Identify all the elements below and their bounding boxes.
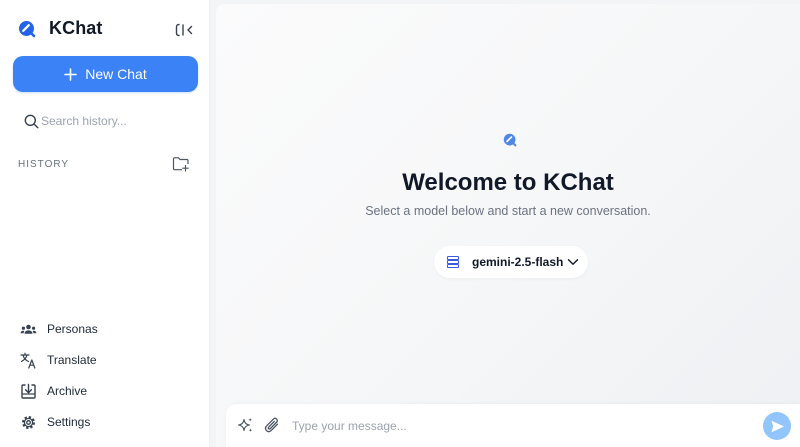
nav-label-personas: Personas — [47, 322, 98, 336]
chevron-down-icon — [568, 259, 579, 265]
nav-label-archive: Archive — [47, 384, 88, 398]
message-composer — [226, 404, 800, 447]
nav-item-personas[interactable]: Personas — [20, 318, 195, 340]
sidebar-collapse-icon — [175, 23, 193, 37]
send-icon — [771, 420, 784, 432]
sidebar: KChat New Chat HISTORY — [0, 0, 210, 447]
archive-icon — [21, 383, 36, 399]
history-search — [24, 112, 194, 130]
search-icon — [24, 114, 39, 128]
new-chat-label: New Chat — [85, 66, 147, 82]
new-chat-button[interactable]: New Chat — [13, 56, 198, 92]
welcome-title: Welcome to KChat — [402, 169, 614, 196]
new-folder-icon[interactable] — [172, 156, 190, 172]
brand: KChat — [18, 18, 103, 39]
translate-icon — [20, 352, 36, 369]
sparkle-icon[interactable] — [237, 417, 254, 434]
plus-icon — [64, 67, 78, 81]
message-input[interactable] — [292, 416, 742, 436]
history-heading: HISTORY — [18, 159, 70, 170]
people-icon — [20, 324, 37, 334]
app-window: KChat New Chat HISTORY — [0, 0, 800, 447]
main-panel: Welcome to KChat Select a model below an… — [216, 4, 800, 447]
model-selector[interactable]: gemini-2.5-flash — [434, 246, 588, 278]
kchat-logo-icon — [503, 133, 517, 147]
database-icon — [446, 255, 460, 269]
nav-item-translate[interactable]: Translate — [20, 349, 195, 371]
sidebar-collapse-button[interactable] — [174, 21, 196, 39]
nav-item-archive[interactable]: Archive — [20, 380, 195, 402]
gear-icon — [22, 415, 35, 429]
send-button[interactable] — [763, 412, 791, 440]
kchat-logo-icon — [19, 20, 36, 37]
paperclip-icon[interactable] — [263, 416, 281, 434]
selected-model: gemini-2.5-flash — [472, 255, 564, 269]
app-title: KChat — [49, 18, 103, 38]
nav-label-translate: Translate — [47, 353, 97, 367]
nav-item-settings[interactable]: Settings — [20, 411, 195, 433]
nav-label-settings: Settings — [47, 415, 91, 429]
search-history-input[interactable] — [41, 114, 181, 128]
welcome-subtitle: Select a model below and start a new con… — [365, 204, 651, 218]
